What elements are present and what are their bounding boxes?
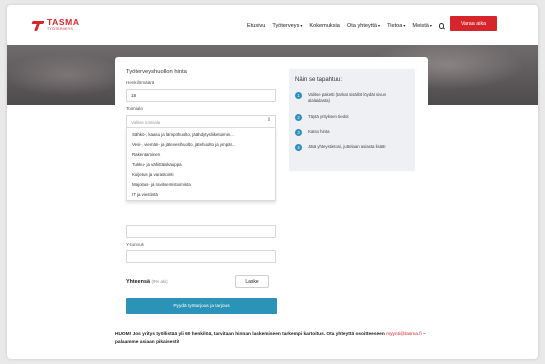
chevron-down-icon: ▾ bbox=[378, 23, 381, 28]
steps-box: Näin se tapahtuu: 1 Valitse paketti (tar… bbox=[289, 69, 415, 171]
vat-note: (0% alv) bbox=[151, 279, 168, 284]
nav-item-tyoterveys[interactable]: Työterveys▾ bbox=[272, 23, 302, 29]
nav-item-ota-yhteytta[interactable]: Ota yhteyttä▾ bbox=[347, 23, 380, 29]
nav-item-etusivu[interactable]: Etusivu bbox=[247, 23, 265, 29]
step-item: 3 Katso hinta bbox=[295, 129, 406, 136]
search-icon[interactable] bbox=[438, 23, 445, 29]
total-label: Yhteensä (0% alv) bbox=[126, 279, 168, 285]
step-number: 3 bbox=[295, 129, 302, 136]
submit-button[interactable]: Pyydä työtarjous ja tarjous bbox=[126, 298, 277, 314]
industry-label: Toimiala bbox=[126, 106, 143, 111]
industry-option[interactable]: Kuljetus ja varastointi bbox=[132, 172, 272, 177]
nav-item-tietoa[interactable]: Tietoa▾ bbox=[387, 23, 405, 29]
persons-value: 18 bbox=[131, 93, 137, 98]
nav-item-kokemuksia[interactable]: Kokemuksia bbox=[309, 23, 339, 29]
step-text: Jätä yhteystietosi, juttelaan asiasta li… bbox=[308, 144, 386, 149]
steps-title: Näin se tapahtuu: bbox=[295, 77, 343, 83]
form-title: Työterveyshuollon hinta bbox=[126, 69, 187, 75]
industry-option[interactable]: Vesi-, viemäri- ja jätevesihuolto, jäteh… bbox=[132, 142, 272, 147]
industry-option[interactable]: IT ja viestintä bbox=[132, 192, 272, 197]
nav-item-meista[interactable]: Meistä▾ bbox=[412, 23, 432, 29]
ytunnus-field[interactable] bbox=[126, 250, 276, 263]
main-nav: Etusivu Työterveys▾ Kokemuksia Ota yhtey… bbox=[247, 23, 451, 29]
site-header: TASMA TYÖTERVEYS Etusivu Työterveys▾ Kok… bbox=[7, 5, 538, 45]
step-text: Valitse paketti (tarkat sisällöt löydät … bbox=[308, 92, 387, 103]
industry-placeholder: Valitse toimiala bbox=[131, 119, 161, 125]
select-chevron-icon: ⇕ bbox=[266, 117, 271, 123]
step-item: 4 Jätä yhteystietosi, juttelaan asiasta … bbox=[295, 144, 406, 151]
step-item: 1 Valitse paketti (tarkat sisällöt löydä… bbox=[295, 92, 406, 104]
industry-dropdown: Sähkö-, kaasu ja lämpöhuolto, jäähdytysl… bbox=[126, 127, 276, 201]
ytunnus-label: Y-tunnus bbox=[126, 242, 144, 247]
notice-body: HUOM! Jos yritys työllistää yli 60 henki… bbox=[115, 332, 385, 337]
logo[interactable]: TASMA TYÖTERVEYS bbox=[32, 18, 80, 31]
chevron-down-icon: ▾ bbox=[300, 23, 303, 28]
step-number: 2 bbox=[295, 114, 302, 121]
persons-label: Henkilömäärä bbox=[126, 80, 155, 85]
industry-option[interactable]: Rakentaminen bbox=[132, 152, 272, 157]
book-appointment-button[interactable]: Varaa aika bbox=[450, 16, 497, 31]
step-text: Täytä yrityksen tiedot bbox=[308, 114, 349, 119]
step-text: Katso hinta bbox=[308, 129, 330, 134]
notice-text: HUOM! Jos yritys työllistää yli 60 henki… bbox=[115, 331, 445, 346]
step-number: 1 bbox=[295, 92, 302, 99]
calculate-button[interactable]: Laske bbox=[235, 275, 269, 288]
logo-icon bbox=[32, 19, 44, 31]
price-calculator-card: Työterveyshuollon hinta Henkilömäärä 18 … bbox=[115, 57, 428, 337]
logo-text: TASMA TYÖTERVEYS bbox=[47, 18, 80, 31]
industry-option[interactable]: Majoitus- ja ravitsemistoiminta bbox=[132, 182, 272, 187]
email-link[interactable]: myynti@tasma.fi bbox=[386, 332, 422, 337]
step-number: 4 bbox=[295, 144, 302, 151]
chevron-down-icon: ▾ bbox=[403, 23, 406, 28]
page: TASMA TYÖTERVEYS Etusivu Työterveys▾ Kok… bbox=[7, 5, 538, 359]
total-row: Yhteensä (0% alv) Laske bbox=[126, 275, 276, 288]
persons-field[interactable]: 18 bbox=[126, 89, 276, 102]
chevron-down-icon: ▾ bbox=[429, 23, 432, 28]
industry-option[interactable]: Sähkö-, kaasu ja lämpöhuolto, jäähdytysl… bbox=[132, 132, 272, 137]
logo-sub: TYÖTERVEYS bbox=[47, 26, 74, 31]
industry-option[interactable]: Tukku- ja vähittäiskauppa bbox=[132, 162, 272, 167]
company-field[interactable] bbox=[126, 225, 276, 238]
step-item: 2 Täytä yrityksen tiedot bbox=[295, 114, 406, 121]
logo-name: TASMA bbox=[47, 17, 80, 27]
